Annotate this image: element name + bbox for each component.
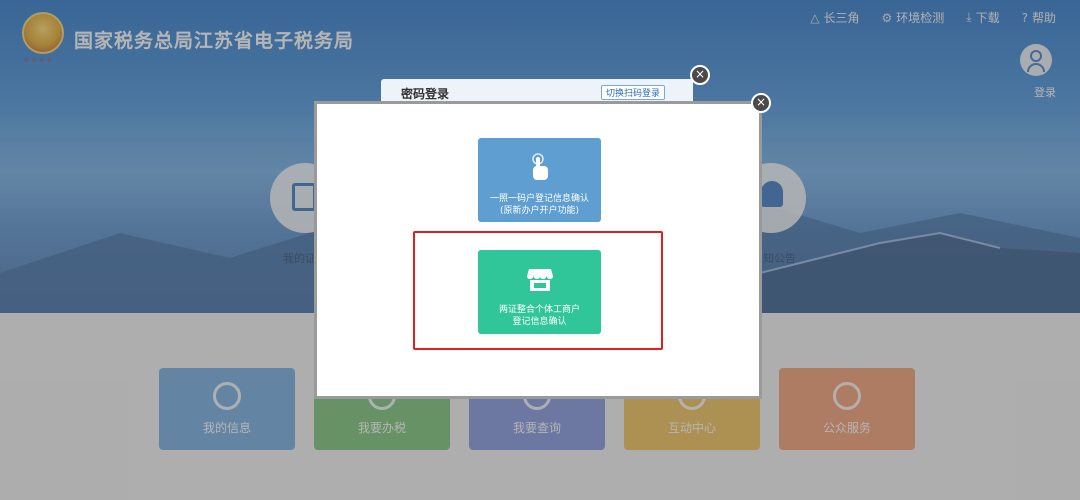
modal-close-icon[interactable]: × <box>751 93 771 113</box>
registration-choice-modal: 一照一码户登记信息确认 (原新办户开户功能) 两证整合个体工商户 登记信息确认 <box>314 101 762 399</box>
option-line2: (原新办户开户功能) <box>499 206 580 216</box>
option-one-license-one-code[interactable]: 一照一码户登记信息确认 (原新办户开户功能) <box>478 138 601 222</box>
selection-highlight-box <box>413 231 663 350</box>
login-card-close-icon[interactable]: × <box>690 65 710 85</box>
option-line1: 一照一码户登记信息确认 <box>489 194 589 204</box>
switch-qr-login-button[interactable]: 切换扫码登录 <box>600 85 665 100</box>
password-login-title: 密码登录 <box>401 87 450 101</box>
hand-touch-icon <box>532 153 548 180</box>
